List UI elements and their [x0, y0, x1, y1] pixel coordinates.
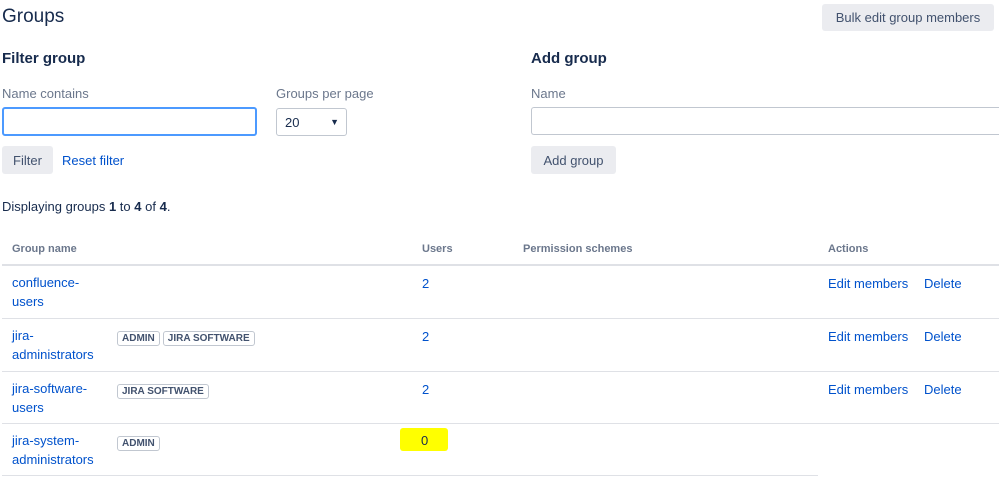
group-name-link[interactable]: jira-administrators: [12, 326, 104, 364]
users-count-link[interactable]: 2: [422, 276, 429, 291]
summary-to-word: to: [116, 199, 135, 214]
delete-link[interactable]: Delete: [924, 276, 962, 291]
delete-link[interactable]: Delete: [924, 329, 962, 344]
application-badges: JIRA SOFTWARE: [117, 381, 212, 399]
column-header-users: Users: [422, 243, 453, 255]
group-name-line: confluence-: [12, 275, 80, 290]
status-badge: ADMIN: [117, 436, 160, 451]
groups-per-page-label: Groups per page: [276, 86, 374, 101]
application-badges: ADMIN JIRA SOFTWARE: [117, 328, 258, 346]
summary-total: 4: [159, 199, 167, 214]
groups-per-page-value: 20: [285, 114, 300, 130]
name-contains-input[interactable]: [2, 107, 257, 136]
column-header-group-name: Group name: [12, 243, 77, 255]
users-count-link[interactable]: 2: [422, 329, 429, 344]
summary-to: 4: [134, 199, 142, 214]
delete-link[interactable]: Delete: [924, 382, 962, 397]
application-badges: ADMIN: [117, 433, 163, 451]
bulk-edit-button[interactable]: Bulk edit group members: [822, 4, 994, 31]
summary-suffix: .: [166, 199, 171, 214]
users-count-link[interactable]: 2: [422, 382, 429, 397]
groups-per-page-select[interactable]: 20 ▼: [276, 108, 347, 136]
group-name-line: administrators: [12, 347, 94, 362]
group-name-line: jira-: [12, 328, 34, 343]
status-badge: ADMIN: [117, 331, 160, 346]
displaying-summary: Displaying groups 1 to 4 of 4.: [2, 199, 170, 214]
row-divider: [2, 475, 818, 476]
edit-members-link[interactable]: Edit members: [828, 329, 908, 344]
table-row: jira-administrators ADMIN JIRA SOFTWARE 2…: [0, 319, 999, 371]
group-name-line: jira-system-: [12, 433, 80, 448]
table-row: jira-system-administrators ADMIN 0: [0, 424, 999, 475]
edit-members-link[interactable]: Edit members: [828, 276, 908, 291]
chevron-down-icon: ▼: [330, 117, 339, 127]
table-row: jira-software-users JIRA SOFTWARE 2 Edit…: [0, 372, 999, 423]
group-name-link[interactable]: confluence-users: [12, 273, 104, 311]
group-name-line: jira-software-: [12, 381, 88, 396]
reset-filter-link[interactable]: Reset filter: [62, 153, 124, 168]
column-header-permission-schemes: Permission schemes: [523, 243, 633, 255]
name-contains-label: Name contains: [2, 86, 89, 101]
filter-group-title: Filter group: [2, 50, 86, 67]
group-name-line: users: [12, 400, 44, 415]
group-name-link[interactable]: jira-software-users: [12, 379, 104, 417]
status-badge: JIRA SOFTWARE: [162, 331, 255, 346]
add-group-name-label: Name: [531, 86, 566, 101]
table-row: confluence-users 2 Edit members Delete: [0, 266, 999, 318]
group-name-link[interactable]: jira-system-administrators: [12, 431, 104, 469]
status-badge: JIRA SOFTWARE: [117, 384, 209, 399]
column-header-actions: Actions: [828, 243, 869, 255]
users-count-link[interactable]: 0: [421, 433, 428, 448]
summary-of-word: of: [141, 199, 160, 214]
edit-members-link[interactable]: Edit members: [828, 382, 908, 397]
add-group-name-input[interactable]: [531, 107, 999, 135]
group-name-line: administrators: [12, 452, 94, 467]
summary-prefix: Displaying groups: [2, 199, 109, 214]
page-title: Groups: [2, 6, 65, 27]
group-name-line: users: [12, 294, 44, 309]
filter-button[interactable]: Filter: [2, 146, 53, 174]
add-group-title: Add group: [531, 50, 607, 67]
add-group-button[interactable]: Add group: [531, 146, 616, 174]
